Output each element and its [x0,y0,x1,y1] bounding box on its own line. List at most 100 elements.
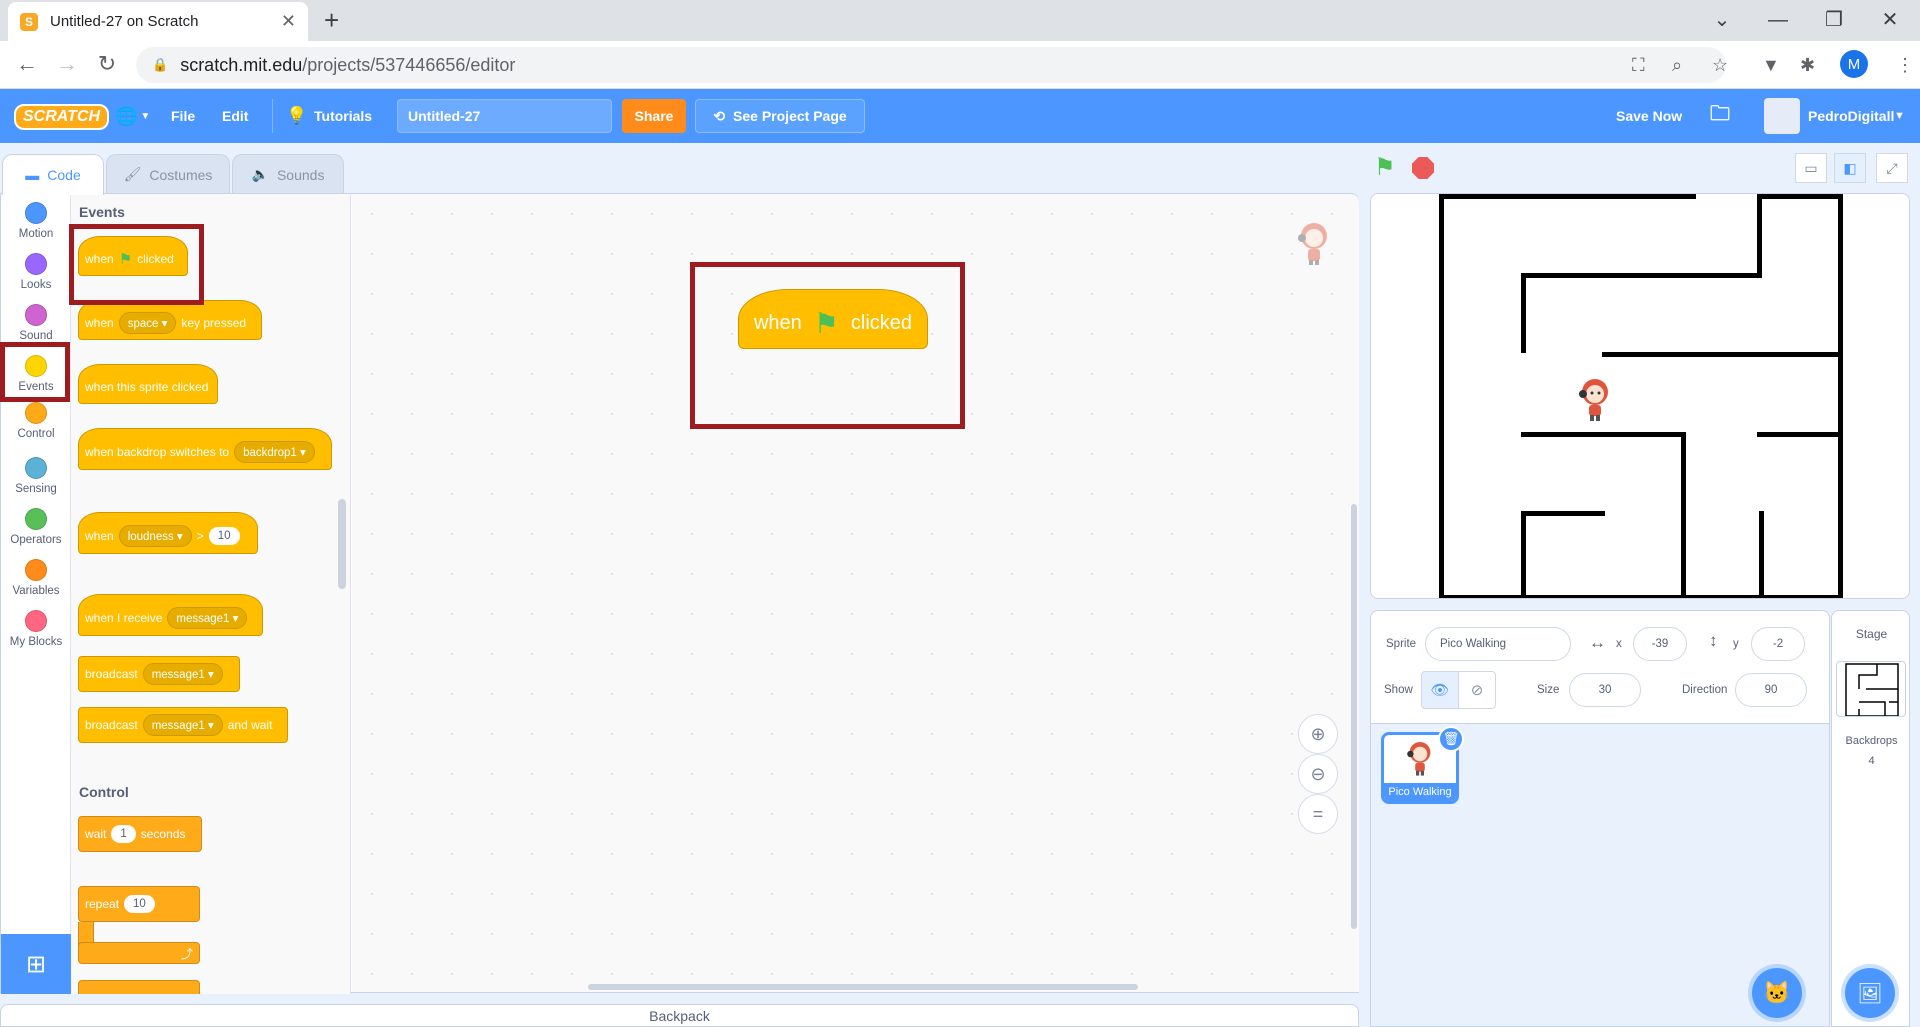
username-menu[interactable]: PedroDigitall [1808,89,1894,143]
broadcast-wait-dropdown[interactable]: message1 ▾ [142,714,223,736]
sensing-dot-icon [25,457,47,479]
sensor-dropdown[interactable]: loudness ▾ [118,525,192,547]
zoom-out-button[interactable]: ⊖ [1298,754,1338,794]
forever-block[interactable] [78,980,200,994]
x-position-input[interactable]: -39 [1633,627,1687,661]
forward-arrow-icon[interactable]: → [52,51,82,77]
translate-icon[interactable]: ⛶ [1632,55,1645,76]
see-project-page-button[interactable]: ⟲ See Project Page [695,99,865,133]
save-now-button[interactable]: Save Now [1616,89,1682,143]
bookmark-star-icon[interactable]: ☆ [1712,55,1728,76]
choose-sprite-button[interactable]: 🐱 [1752,968,1802,1018]
reload-icon[interactable]: ↻ [92,51,122,77]
tab-code-label: Code [47,167,81,183]
when-sprite-clicked-block[interactable]: when this sprite clicked [78,364,218,404]
horizontal-scrollbar[interactable] [588,984,1138,990]
pico-sprite[interactable] [1575,376,1615,422]
project-title-input[interactable]: Untitled-27 [397,99,612,133]
category-motion[interactable]: Motion [1,194,71,244]
category-events[interactable]: Events [1,347,71,397]
sound-dot-icon [25,304,47,326]
key-dropdown[interactable]: space ▾ [118,312,177,334]
green-flag-button[interactable]: ⚑ [1374,156,1396,180]
account-caret-icon[interactable]: ▼ [1894,89,1905,143]
add-extension-button[interactable]: ⊞ [1,934,71,994]
wait-seconds-block[interactable]: wait 1 seconds [78,816,202,852]
normal-stage-button[interactable]: ◧ [1834,153,1866,183]
stage-target-pane[interactable]: Stage Backdrops 4 [1831,610,1910,1027]
lightbulb-icon[interactable]: 💡 [286,89,307,143]
close-tab-icon[interactable]: ✕ [281,11,296,32]
size-input[interactable]: 30 [1569,673,1641,707]
category-operators[interactable]: Operators [1,500,71,550]
broadcast-and-wait-block[interactable]: broadcast message1 ▾ and wait [78,707,288,743]
maze-wall [1521,273,1762,278]
minimize-button[interactable]: — [1758,6,1798,34]
user-avatar[interactable] [1764,98,1800,134]
broadcast-block[interactable]: broadcast message1 ▾ [78,656,240,692]
tab-costumes[interactable]: 🖌 Costumes [106,154,230,194]
tutorials-menu[interactable]: Tutorials [314,89,372,143]
profile-avatar[interactable]: M [1840,50,1868,78]
address-bar[interactable]: 🔒 scratch.mit.edu/projects/537446656/edi… [136,47,1726,83]
when-key-pressed-block[interactable]: when space ▾ key pressed [78,300,262,340]
when-flag-clicked-block[interactable]: when ⚑ clicked [78,236,188,276]
vertical-scrollbar[interactable] [1351,504,1357,929]
speaker-icon: 🔈 [251,166,269,182]
y-position-input[interactable]: -2 [1751,627,1805,661]
direction-input[interactable]: 90 [1735,673,1807,707]
broadcast-dropdown[interactable]: message1 ▾ [142,663,223,685]
category-control[interactable]: Control [1,398,71,448]
backdrop-thumbnail[interactable] [1836,661,1906,717]
my-stuff-folder-icon[interactable]: 🗀 [1710,89,1730,143]
new-tab-button[interactable]: + [324,6,339,34]
close-window-button[interactable]: ✕ [1870,6,1910,34]
repeat-value-input[interactable]: 10 [124,895,155,913]
lock-icon: 🔒 [152,57,169,72]
scratch-logo[interactable]: SCRATCH [14,104,110,130]
tab-code[interactable]: ▬ Code [2,154,104,195]
zoom-in-button[interactable]: ⊕ [1298,714,1338,754]
back-arrow-icon[interactable]: ← [12,51,42,77]
category-variables[interactable]: Variables [1,551,71,601]
tab-search-icon[interactable]: ⌄ [1702,6,1742,34]
maximize-button[interactable]: ❐ [1814,6,1854,34]
edit-menu[interactable]: Edit [222,89,248,143]
category-looks[interactable]: Looks [1,245,71,295]
delete-sprite-trash-icon[interactable]: 🗑 [1438,726,1464,752]
category-sensing[interactable]: Sensing [1,449,71,499]
repeat-block[interactable]: repeat 10 [78,886,200,922]
browser-tab[interactable]: S Untitled-27 on Scratch ✕ [8,2,308,41]
when-i-receive-block[interactable]: when I receive message1 ▾ [78,594,263,636]
backpack-panel[interactable]: Backpack [0,1004,1359,1027]
share-button[interactable]: Share [622,99,686,133]
file-menu[interactable]: File [171,89,195,143]
stop-button[interactable] [1412,157,1434,179]
extension-icon[interactable]: ▼ [1762,55,1780,76]
palette-scrollbar[interactable] [338,499,346,589]
loudness-value-input[interactable]: 10 [208,527,240,545]
stage-canvas[interactable] [1370,193,1910,599]
tab-sounds[interactable]: 🔈 Sounds [232,154,344,194]
hide-sprite-button[interactable]: ⊘ [1458,671,1496,709]
wait-value-input[interactable]: 1 [111,825,136,843]
zoom-icon[interactable]: ⌕ [1672,55,1682,76]
category-sound[interactable]: Sound [1,296,71,346]
sprite-name-input[interactable]: Pico Walking [1425,627,1571,661]
message-dropdown[interactable]: message1 ▾ [167,607,248,629]
category-label: Variables [12,585,60,597]
more-menu-icon[interactable]: ⋮ [1896,55,1914,76]
small-stage-button[interactable]: ▭ [1795,153,1827,183]
fullscreen-button[interactable]: ⤢ [1876,153,1908,183]
when-loudness-block[interactable]: when loudness ▾ > 10 [78,512,258,554]
language-globe-icon[interactable]: 🌐 ▼ [115,89,150,143]
category-my-blocks[interactable]: My Blocks [1,602,71,652]
backdrop-dropdown[interactable]: backdrop1 ▾ [234,441,315,463]
script-when-flag-clicked-block[interactable]: when ⚑ clicked [738,289,928,349]
puzzle-extensions-icon[interactable]: ✱ [1800,55,1815,76]
zoom-reset-button[interactable]: = [1298,794,1338,834]
show-visible-button[interactable]: 👁 [1421,671,1459,709]
when-backdrop-switches-block[interactable]: when backdrop switches to backdrop1 ▾ [78,428,332,470]
choose-backdrop-button[interactable]: 🖼 [1845,968,1895,1018]
script-area[interactable]: when ⚑ clicked ⊕ ⊖ = [352,194,1359,992]
